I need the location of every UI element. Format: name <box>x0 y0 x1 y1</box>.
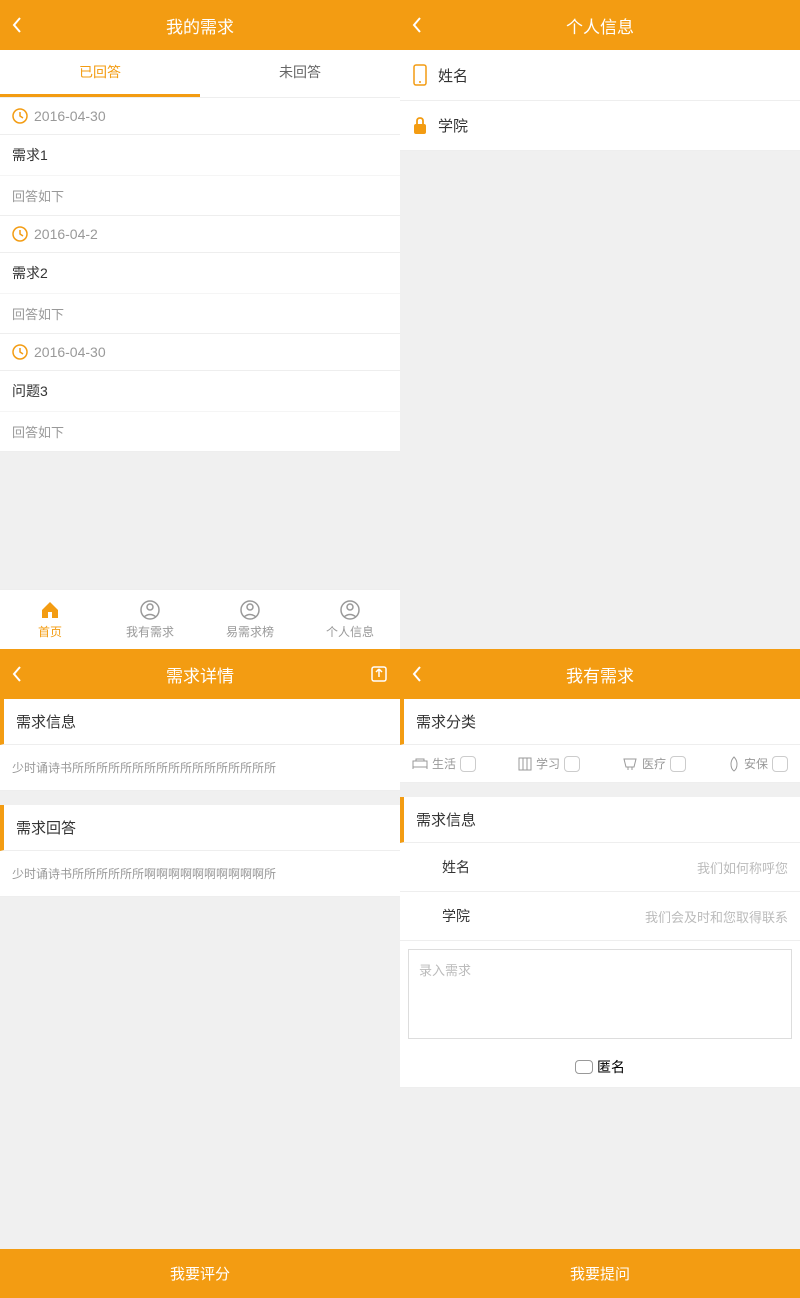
user-icon <box>139 599 161 621</box>
clock-icon <box>12 344 28 360</box>
header: 需求详情 <box>0 649 400 699</box>
nav-home[interactable]: 首页 <box>0 590 100 649</box>
page-title: 我有需求 <box>566 662 634 687</box>
category-label: 生活 <box>432 755 456 772</box>
user-icon <box>339 599 361 621</box>
date-text: 2016-04-2 <box>34 226 98 242</box>
anonymous-row[interactable]: 匿名 <box>400 1047 800 1088</box>
item-answer: 回答如下 <box>0 176 400 216</box>
item-title[interactable]: 需求1 <box>0 135 400 176</box>
tab-unanswered[interactable]: 未回答 <box>200 50 400 97</box>
category-row: 生活 学习 医疗 安保 <box>400 745 800 783</box>
date-row: 2016-04-2 <box>0 216 400 253</box>
profile-name-row[interactable]: 姓名 <box>400 50 800 101</box>
submit-button[interactable]: 我要提问 <box>400 1249 800 1298</box>
page-title: 我的需求 <box>166 13 234 38</box>
section-need-info: 需求信息 <box>400 797 800 843</box>
panel-my-needs: 我的需求 已回答 未回答 2016-04-30 需求1 回答如下 2016-04… <box>0 0 400 649</box>
form-name-hint: 我们如何称呼您 <box>697 858 788 877</box>
clock-icon <box>12 108 28 124</box>
back-icon[interactable] <box>412 16 422 34</box>
panel-profile: 个人信息 姓名 学院 <box>400 0 800 649</box>
page-title: 个人信息 <box>566 13 634 38</box>
back-icon[interactable] <box>12 665 22 683</box>
medical-icon <box>622 757 638 771</box>
back-icon[interactable] <box>412 665 422 683</box>
page-title: 需求详情 <box>166 662 234 687</box>
nav-profile[interactable]: 个人信息 <box>300 590 400 649</box>
nav-label: 首页 <box>38 623 62 640</box>
item-answer: 回答如下 <box>0 412 400 452</box>
nav-label: 个人信息 <box>326 623 374 640</box>
category-label: 学习 <box>536 755 560 772</box>
checkbox[interactable] <box>575 1060 593 1074</box>
lock-icon <box>412 116 428 136</box>
header: 我的需求 <box>0 0 400 50</box>
form-college-row[interactable]: 学院 我们会及时和您取得联系 <box>400 892 800 941</box>
profile-college-row[interactable]: 学院 <box>400 101 800 151</box>
life-icon <box>412 758 428 770</box>
clock-icon <box>12 226 28 242</box>
list-content: 2016-04-30 需求1 回答如下 2016-04-2 需求2 回答如下 2… <box>0 98 400 589</box>
category-life[interactable]: 生活 <box>412 755 476 772</box>
study-icon <box>518 757 532 771</box>
profile-college-label: 学院 <box>438 115 468 136</box>
user-icon <box>239 599 261 621</box>
need-info-body: 少时诵诗书所所所所所所所所所所所所所所所所所 <box>0 745 400 791</box>
security-icon <box>728 756 740 772</box>
nav-rank[interactable]: 易需求榜 <box>200 590 300 649</box>
anonymous-label: 匿名 <box>597 1057 625 1077</box>
item-title[interactable]: 问题3 <box>0 371 400 412</box>
rate-button[interactable]: 我要评分 <box>0 1249 400 1298</box>
form-college-label: 学院 <box>412 906 470 926</box>
panel-detail: 需求详情 需求信息 少时诵诗书所所所所所所所所所所所所所所所所所 需求回答 少时… <box>0 649 400 1298</box>
checkbox[interactable] <box>670 756 686 772</box>
date-text: 2016-04-30 <box>34 108 106 124</box>
home-icon <box>39 599 61 621</box>
section-need-info: 需求信息 <box>0 699 400 745</box>
header: 个人信息 <box>400 0 800 50</box>
form-name-label: 姓名 <box>412 857 470 877</box>
form-name-row[interactable]: 姓名 我们如何称呼您 <box>400 843 800 892</box>
profile-name-label: 姓名 <box>438 65 468 86</box>
need-textarea[interactable]: 录入需求 <box>408 949 792 1039</box>
share-icon[interactable] <box>370 665 388 683</box>
item-answer: 回答如下 <box>0 294 400 334</box>
nav-label: 我有需求 <box>126 623 174 640</box>
category-medical[interactable]: 医疗 <box>622 755 686 772</box>
category-label: 医疗 <box>642 755 666 772</box>
date-row: 2016-04-30 <box>0 98 400 135</box>
tabs: 已回答 未回答 <box>0 50 400 98</box>
section-category: 需求分类 <box>400 699 800 745</box>
bottom-nav: 首页 我有需求 易需求榜 个人信息 <box>0 589 400 649</box>
checkbox[interactable] <box>564 756 580 772</box>
nav-label: 易需求榜 <box>226 623 274 640</box>
checkbox[interactable] <box>460 756 476 772</box>
section-need-answer: 需求回答 <box>0 805 400 851</box>
back-icon[interactable] <box>12 16 22 34</box>
date-row: 2016-04-30 <box>0 334 400 371</box>
panel-submit-need: 我有需求 需求分类 生活 学习 医疗 安保 需求信息 姓名 我们如何称呼您 学院… <box>400 649 800 1298</box>
item-title[interactable]: 需求2 <box>0 253 400 294</box>
form-college-hint: 我们会及时和您取得联系 <box>645 907 788 926</box>
header: 我有需求 <box>400 649 800 699</box>
checkbox[interactable] <box>772 756 788 772</box>
need-answer-body: 少时诵诗书所所所所所所啊啊啊啊啊啊啊啊啊啊所 <box>0 851 400 897</box>
nav-need[interactable]: 我有需求 <box>100 590 200 649</box>
date-text: 2016-04-30 <box>34 344 106 360</box>
category-label: 安保 <box>744 755 768 772</box>
category-study[interactable]: 学习 <box>518 755 580 772</box>
category-security[interactable]: 安保 <box>728 755 788 772</box>
phone-icon <box>412 64 428 86</box>
tab-answered[interactable]: 已回答 <box>0 50 200 97</box>
